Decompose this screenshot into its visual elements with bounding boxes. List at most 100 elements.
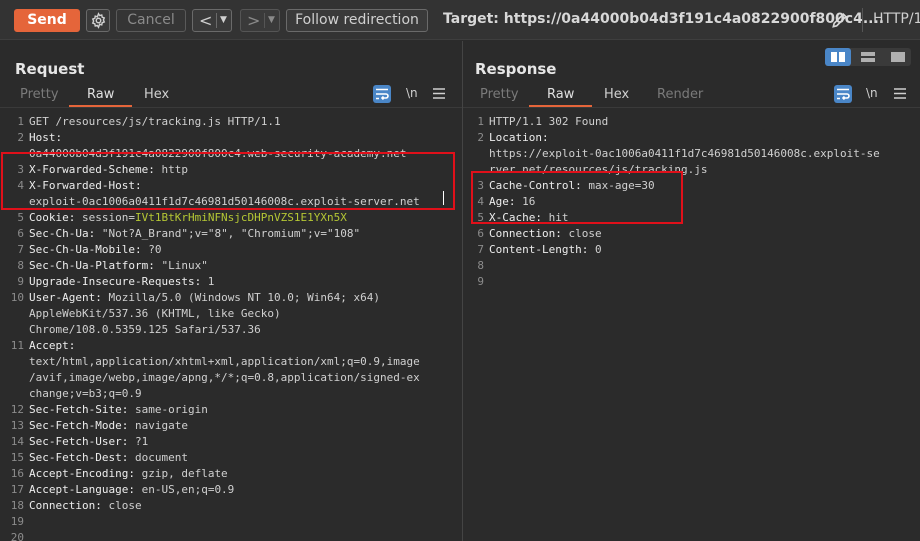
code-line: /avif,image/webp,image/apng,*/*;q=0.8,ap…: [29, 371, 420, 384]
header-name: Sec-Fetch-Mode:: [29, 419, 129, 432]
code-line: GET /resources/js/tracking.js HTTP/1.1: [29, 115, 281, 128]
highlight-box: [471, 171, 683, 224]
chevron-down-icon[interactable]: ▼: [220, 10, 227, 31]
newline-toggle[interactable]: \n: [866, 86, 878, 100]
columns-icon: [831, 52, 845, 62]
code-line: Upgrade-Insecure-Requests: 1: [29, 275, 214, 288]
menu-icon[interactable]: [894, 88, 906, 99]
header-value: en-US,en;q=0.9: [134, 483, 235, 496]
code-line: Host:: [29, 131, 62, 144]
tab-underline-rule: [0, 107, 462, 108]
line-number: 8: [477, 259, 484, 272]
gear-icon: [91, 12, 106, 29]
header-value: 1: [201, 275, 215, 288]
word-wrap-icon: [376, 88, 389, 100]
header-value: navigate: [128, 419, 188, 432]
code-line: Sec-Fetch-Site: same-origin: [29, 403, 208, 416]
line-number: 6: [17, 227, 24, 240]
tab-hex[interactable]: Hex: [144, 87, 169, 102]
header-name: Content-Length:: [489, 243, 589, 256]
line-number: 14: [10, 435, 24, 448]
header-name: Connection:: [29, 499, 102, 512]
request-pane: Request Pretty Raw Hex \n 1 GET /resource…: [0, 41, 462, 541]
pencil-icon[interactable]: [830, 10, 850, 30]
line-number: 2: [17, 131, 24, 144]
follow-redirection-button[interactable]: Follow redirection: [286, 9, 428, 32]
code-line: Connection: close: [489, 227, 602, 240]
line-number: 10: [10, 291, 24, 304]
line-number: 8: [17, 259, 24, 272]
code-line: Content-Length: 0: [489, 243, 602, 256]
line-number: 18: [10, 499, 24, 512]
forward-arrow-icon: >: [247, 11, 261, 30]
tab-pretty[interactable]: Pretty: [480, 87, 519, 102]
code-line: AppleWebKit/537.36 (KHTML, like Gecko): [29, 307, 281, 320]
settings-button[interactable]: [86, 9, 110, 32]
wrap-toggle[interactable]: [373, 85, 391, 103]
header-value: same-origin: [128, 403, 208, 416]
code-line: User-Agent: Mozilla/5.0 (Windows NT 10.0…: [29, 291, 380, 304]
tab-raw[interactable]: Raw: [528, 87, 593, 107]
header-value: "Not?A_Brand";v="8", "Chromium";v="108": [95, 227, 361, 240]
line-number: 15: [10, 451, 24, 464]
wrap-toggle[interactable]: [834, 85, 852, 103]
header-name: Sec-Ch-Ua-Mobile:: [29, 243, 142, 256]
menu-icon[interactable]: [433, 88, 445, 99]
line-number: 1: [17, 115, 24, 128]
toolbar-divider: [862, 8, 863, 32]
header-name: Accept-Encoding:: [29, 467, 135, 480]
response-pane: Response Pretty Raw Hex Render \n 1 HTTP/…: [463, 41, 920, 541]
line-number: 6: [477, 227, 484, 240]
word-wrap-icon: [837, 88, 850, 100]
tab-underline-rule: [463, 107, 920, 108]
tab-pretty[interactable]: Pretty: [20, 87, 59, 102]
header-name: Sec-Fetch-User:: [29, 435, 129, 448]
tab-raw[interactable]: Raw: [68, 87, 133, 107]
layout-stacked-button[interactable]: [855, 48, 881, 66]
target-url: Target: https://0a44000b04d3f191c4a08229…: [443, 11, 885, 27]
line-number: 7: [17, 243, 24, 256]
button-separator: [216, 13, 217, 28]
header-name: User-Agent:: [29, 291, 102, 304]
line-number: 9: [477, 275, 484, 288]
header-value: close: [561, 227, 602, 240]
cancel-button[interactable]: Cancel: [116, 9, 186, 32]
layout-side-by-side-button[interactable]: [825, 48, 851, 66]
line-number: 12: [10, 403, 24, 416]
code-line: Chrome/108.0.5359.125 Safari/537.36: [29, 323, 261, 336]
back-button[interactable]: < ▼: [192, 9, 232, 32]
line-number: 9: [17, 275, 24, 288]
code-line: HTTP/1.1 302 Found: [489, 115, 609, 128]
back-arrow-icon: <: [199, 11, 213, 30]
line-number: 20: [10, 531, 24, 541]
header-name: Accept-Language:: [29, 483, 135, 496]
highlight-box: [1, 152, 455, 210]
code-line: Sec-Ch-Ua-Mobile: ?0: [29, 243, 161, 256]
send-button[interactable]: Send: [14, 9, 80, 32]
layout-tabs-button[interactable]: [885, 48, 911, 66]
line-number: 11: [10, 339, 24, 352]
code-line: Sec-Ch-Ua: "Not?A_Brand";v="8", "Chromiu…: [29, 227, 360, 240]
line-number: 7: [477, 243, 484, 256]
code-line: Connection: close: [29, 499, 142, 512]
code-line: Sec-Fetch-User: ?1: [29, 435, 148, 448]
header-name: Cookie:: [29, 211, 76, 224]
chevron-down-icon[interactable]: ▼: [268, 10, 275, 31]
header-name: Accept:: [29, 339, 76, 352]
header-name: Upgrade-Insecure-Requests:: [29, 275, 202, 288]
tab-hex[interactable]: Hex: [604, 87, 629, 102]
newline-toggle[interactable]: \n: [406, 86, 418, 100]
header-value: ?1: [128, 435, 149, 448]
code-line: text/html,application/xhtml+xml,applicat…: [29, 355, 420, 368]
code-line: https://exploit-0ac1006a0411f1d7c46981d5…: [489, 147, 880, 160]
tab-render[interactable]: Render: [657, 87, 703, 102]
header-value: Mozilla/5.0 (Windows NT 10.0; Win64; x64…: [101, 291, 381, 304]
response-title: Response: [475, 60, 557, 78]
line-number: 17: [10, 483, 24, 496]
code-line: Cookie: session=IVt1BtKrHmiNFNsjcDHPnVZS…: [29, 211, 347, 224]
forward-button[interactable]: > ▼: [240, 9, 280, 32]
header-name: Sec-Ch-Ua-Platform:: [29, 259, 155, 272]
http-version-label[interactable]: HTTP/1: [873, 11, 920, 27]
button-separator: [264, 13, 265, 28]
cookie-value: IVt1BtKrHmiNFNsjcDHPnVZS1E1YXn5X: [134, 211, 347, 224]
